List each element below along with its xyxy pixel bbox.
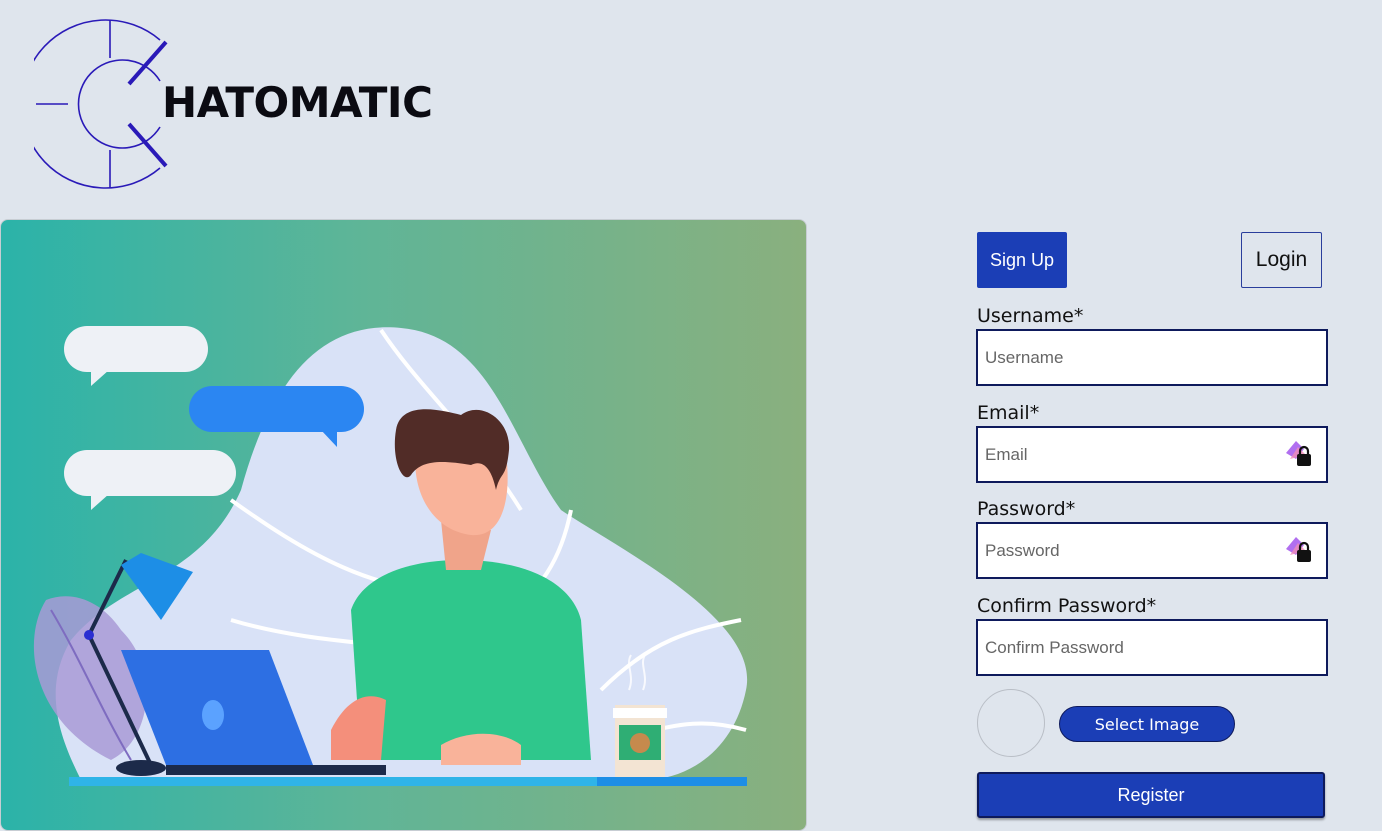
password-manager-lock-icon[interactable]: [1282, 533, 1316, 567]
app-logo: HATOMATIC: [34, 18, 433, 190]
brand-name: HATOMATIC: [162, 78, 433, 127]
password-manager-lock-icon[interactable]: [1282, 437, 1316, 471]
select-image-button[interactable]: Select Image: [1059, 706, 1235, 742]
email-label: Email*: [977, 402, 1040, 424]
login-tab-button[interactable]: Login: [1241, 232, 1322, 288]
confirm-password-label: Confirm Password*: [977, 595, 1157, 617]
email-field-wrapper: [976, 426, 1328, 483]
register-button[interactable]: Register: [977, 772, 1325, 818]
avatar-preview: [977, 689, 1045, 757]
password-input[interactable]: [978, 524, 1275, 577]
email-input[interactable]: [978, 428, 1275, 481]
username-field-wrapper: [976, 329, 1328, 386]
password-field-wrapper: [976, 522, 1328, 579]
confirm-password-input[interactable]: [978, 621, 1275, 674]
username-input[interactable]: [978, 331, 1275, 384]
signup-tab-button[interactable]: Sign Up: [977, 232, 1067, 288]
password-label: Password*: [977, 498, 1076, 520]
hero-illustration: [0, 219, 807, 831]
c-logo-icon: [34, 19, 168, 189]
confirm-password-field-wrapper: [976, 619, 1328, 676]
username-label: Username*: [977, 305, 1084, 327]
